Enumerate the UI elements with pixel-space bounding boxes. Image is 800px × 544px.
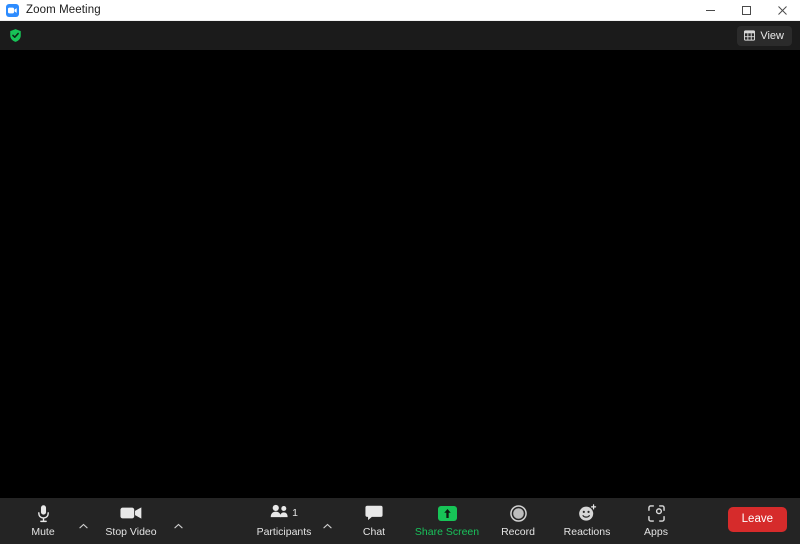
microphone-icon [36, 503, 51, 523]
video-options-caret-icon[interactable] [171, 498, 186, 544]
participants-count: 1 [292, 507, 298, 519]
minimize-icon[interactable] [692, 0, 728, 21]
chat-bubble-icon [365, 503, 383, 523]
reactions-smiley-plus-icon [578, 503, 597, 523]
mute-button[interactable]: Mute [14, 498, 72, 544]
participants-options-caret-icon[interactable] [320, 498, 335, 544]
audio-options-caret-icon[interactable] [76, 498, 91, 544]
record-button[interactable]: Record [489, 498, 547, 544]
green-shield-check-icon[interactable] [7, 27, 24, 44]
toolbar-center-group: 1 Participants Chat Share Screen Record … [248, 498, 685, 544]
participants-icon-row: 1 [270, 503, 298, 523]
grid-layout-icon [744, 30, 756, 41]
apps-bracket-icon [647, 503, 665, 523]
participants-button[interactable]: 1 Participants [248, 498, 320, 544]
toolbar-left-group: Mute Stop Video [0, 498, 186, 544]
toolbar-right-group: Leave [727, 507, 787, 532]
view-button-label: View [760, 29, 784, 42]
maximize-icon[interactable] [728, 0, 764, 21]
chat-button[interactable]: Chat [345, 498, 403, 544]
window-titlebar: Zoom Meeting [0, 0, 800, 21]
reactions-button-label: Reactions [563, 526, 611, 538]
window-controls [692, 0, 800, 21]
titlebar-left-group: Zoom Meeting [0, 3, 101, 17]
window-title: Zoom Meeting [26, 4, 101, 16]
stop-video-button[interactable]: Stop Video [95, 498, 167, 544]
participants-button-label: Participants [256, 526, 312, 538]
mute-button-label: Mute [31, 526, 55, 538]
apps-button[interactable]: Apps [627, 498, 685, 544]
reactions-button[interactable]: Reactions [551, 498, 623, 544]
leave-button[interactable]: Leave [727, 507, 787, 532]
record-button-label: Record [501, 526, 535, 538]
close-icon[interactable] [764, 0, 800, 21]
record-circle-icon [509, 503, 527, 523]
share-screen-button-label: Share Screen [414, 526, 480, 538]
meeting-controls-toolbar: Mute Stop Video 1 Participants Chat Shar… [0, 498, 800, 544]
stop-video-button-label: Stop Video [105, 526, 157, 538]
video-stage [0, 50, 800, 498]
zoom-meeting-window: Zoom Meeting View Mute Stop Video 1 Part… [0, 0, 800, 544]
share-screen-icon [437, 503, 457, 523]
share-screen-button[interactable]: Share Screen [411, 498, 483, 544]
apps-button-label: Apps [644, 526, 668, 538]
participants-icon [270, 504, 289, 523]
view-button[interactable]: View [737, 25, 792, 46]
meeting-topbar: View [0, 21, 800, 50]
zoom-video-icon [6, 3, 19, 17]
video-camera-icon [120, 503, 142, 523]
chat-button-label: Chat [362, 526, 386, 538]
